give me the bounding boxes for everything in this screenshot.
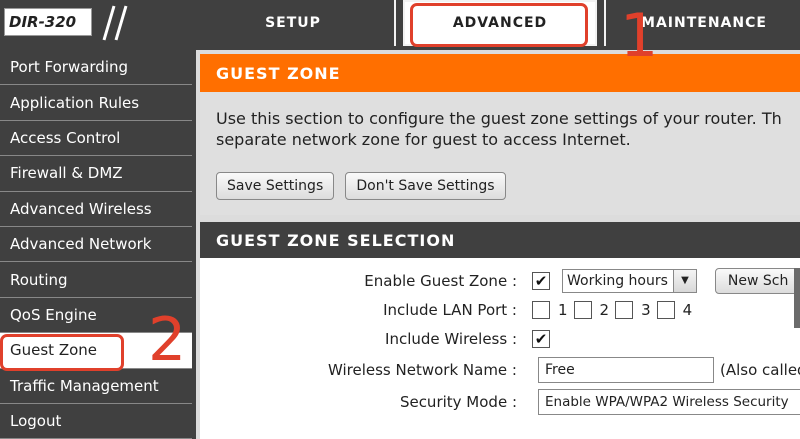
include-wireless-controls: ✔ bbox=[532, 330, 550, 348]
guest-zone-panel: GUEST ZONE Use this section to configure… bbox=[200, 54, 800, 215]
sidebar-item-advanced-network[interactable]: Advanced Network bbox=[0, 227, 192, 263]
sidebar-item-port-forwarding[interactable]: Port Forwarding bbox=[0, 50, 192, 86]
dont-save-settings-button[interactable]: Don't Save Settings bbox=[345, 172, 506, 200]
lan-port-1-checkbox[interactable] bbox=[532, 301, 550, 319]
wireless-network-name-label: Wireless Network Name : bbox=[327, 361, 517, 379]
sidebar: Port Forwarding Application Rules Access… bbox=[0, 50, 192, 439]
security-mode-row: Security Mode : Enable WPA/WPA2 Wireless… bbox=[200, 389, 800, 415]
logo: DIR-320 bbox=[4, 8, 92, 36]
guest-zone-title: GUEST ZONE bbox=[200, 54, 800, 92]
include-wireless-label: Include Wireless : bbox=[385, 330, 517, 348]
enable-guest-zone-row: Enable Guest Zone : ✔ Working hours ▼ Ne… bbox=[200, 268, 800, 294]
sidebar-item-logout[interactable]: Logout bbox=[0, 404, 192, 439]
guest-zone-selection-panel: GUEST ZONE SELECTION Enable Guest Zone :… bbox=[200, 222, 800, 439]
sidebar-item-traffic-management[interactable]: Traffic Management bbox=[0, 369, 192, 404]
enable-guest-zone-label: Enable Guest Zone : bbox=[364, 272, 517, 290]
save-settings-button[interactable]: Save Settings bbox=[216, 172, 335, 200]
lan-port-3-label: 3 bbox=[641, 301, 651, 319]
sidebar-item-qos-engine[interactable]: QoS Engine bbox=[0, 298, 192, 334]
include-wireless-row: Include Wireless : ✔ bbox=[200, 326, 800, 352]
tab-advanced[interactable]: ADVANCED bbox=[403, 0, 597, 46]
lan-port-3-checkbox[interactable] bbox=[615, 301, 634, 319]
action-buttons: Save Settings Don't Save Settings bbox=[216, 172, 512, 200]
include-wireless-checkbox[interactable]: ✔ bbox=[532, 330, 550, 348]
sidebar-item-application-rules[interactable]: Application Rules bbox=[0, 85, 192, 121]
lan-port-4-label: 4 bbox=[682, 301, 693, 319]
vertical-scrollbar[interactable] bbox=[794, 268, 800, 328]
logo-slashes-icon bbox=[102, 5, 128, 41]
wireless-network-name-hint: (Also called bbox=[720, 361, 800, 379]
new-schedule-button[interactable]: New Sch bbox=[714, 268, 800, 294]
description-line-2: separate network zone for guest to acces… bbox=[216, 130, 631, 149]
sidebar-item-routing[interactable]: Routing bbox=[0, 262, 192, 298]
wireless-network-name-controls: Free (Also called bbox=[532, 357, 800, 383]
main-content: GUEST ZONE Use this section to configure… bbox=[196, 50, 800, 439]
schedule-select[interactable]: Working hours ▼ bbox=[562, 269, 697, 293]
lan-port-4-checkbox[interactable] bbox=[656, 301, 675, 319]
sidebar-item-advanced-wireless[interactable]: Advanced Wireless bbox=[0, 192, 192, 227]
enable-guest-zone-checkbox[interactable]: ✔ bbox=[532, 272, 550, 290]
security-mode-controls: Enable WPA/WPA2 Wireless Security bbox=[532, 389, 800, 415]
logo-area: DIR-320 bbox=[0, 0, 192, 46]
sidebar-item-access-control[interactable]: Access Control bbox=[0, 121, 192, 157]
description-line-1: Use this section to configure the guest … bbox=[216, 109, 782, 128]
lan-port-checkboxes: 1 2 3 4 bbox=[532, 301, 698, 319]
lan-port-1-label: 1 bbox=[558, 301, 568, 319]
schedule-value: Working hours bbox=[567, 273, 668, 289]
guest-zone-description: Use this section to configure the guest … bbox=[200, 92, 800, 150]
wireless-network-name-row: Wireless Network Name : Free (Also calle… bbox=[200, 357, 800, 383]
enable-guest-zone-controls: ✔ Working hours ▼ New Sch bbox=[532, 268, 800, 294]
sidebar-item-guest-zone[interactable]: Guest Zone bbox=[0, 333, 192, 369]
selection-title: GUEST ZONE SELECTION bbox=[200, 222, 800, 258]
chevron-down-icon: ▼ bbox=[672, 270, 696, 292]
tab-setup[interactable]: SETUP bbox=[192, 0, 396, 46]
tab-maintenance[interactable]: MAINTENANCE bbox=[604, 0, 800, 46]
sidebar-item-firewall-dmz[interactable]: Firewall & DMZ bbox=[0, 156, 192, 192]
security-mode-select[interactable]: Enable WPA/WPA2 Wireless Security bbox=[538, 389, 800, 415]
include-lan-port-row: Include LAN Port : 1 2 3 4 bbox=[200, 297, 800, 323]
include-lan-port-label: Include LAN Port : bbox=[383, 301, 517, 319]
top-nav: SETUP ADVANCED MAINTENANCE bbox=[192, 0, 800, 46]
lan-port-2-label: 2 bbox=[599, 301, 610, 319]
lan-port-2-checkbox[interactable] bbox=[573, 301, 592, 319]
wireless-network-name-input[interactable]: Free bbox=[538, 357, 714, 383]
security-mode-label: Security Mode : bbox=[399, 393, 517, 411]
